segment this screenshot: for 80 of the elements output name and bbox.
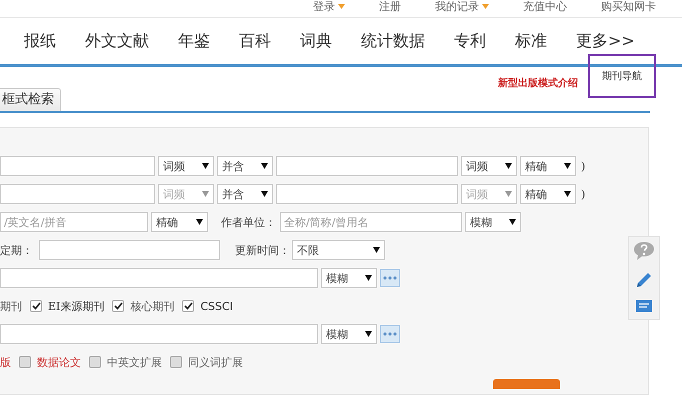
caret-icon (365, 275, 372, 281)
caret-icon (365, 331, 372, 337)
bracket: ) (581, 188, 586, 200)
caret-icon (509, 219, 516, 225)
checkbox[interactable] (30, 300, 42, 312)
dropdown[interactable]: 并含 (217, 184, 273, 204)
input-field[interactable] (0, 268, 318, 288)
caret-icon (261, 163, 268, 169)
top-link[interactable]: 登录 (313, 0, 335, 13)
checkbox[interactable] (19, 356, 31, 368)
dropdown[interactable]: 并含 (217, 156, 273, 176)
dropdown[interactable]: 模糊 (321, 324, 377, 344)
nav-item[interactable]: 百科 (239, 30, 271, 52)
nav-item[interactable]: 标准 (515, 30, 547, 52)
checkbox-label: EI来源期刊 (48, 298, 104, 314)
dropdown[interactable]: 精确 (520, 184, 576, 204)
caret-icon (202, 163, 209, 169)
check-icon (114, 302, 123, 310)
caret-icon (482, 4, 489, 9)
pencil-icon[interactable] (634, 270, 654, 290)
input-field[interactable] (276, 156, 458, 176)
input-field[interactable] (39, 240, 220, 260)
checkbox[interactable] (170, 356, 182, 368)
nav-item[interactable]: 报纸 (24, 30, 56, 52)
caret-icon (373, 247, 380, 253)
top-link[interactable]: 充值中心 (523, 0, 567, 13)
check-icon (32, 302, 40, 310)
field-label: 作者单位： (221, 214, 277, 230)
dropdown[interactable]: 词频 (158, 156, 214, 176)
checkbox-label: 中英文扩展 (107, 354, 162, 370)
top-link[interactable]: 我的记录 (435, 0, 479, 13)
nav-item[interactable]: 统计数据 (361, 30, 425, 52)
bracket: ) (581, 160, 586, 172)
checkbox[interactable] (89, 356, 101, 368)
checkbox[interactable] (182, 300, 194, 312)
intro-link[interactable]: 新型出版模式介绍 (498, 76, 578, 90)
caret-icon (505, 191, 512, 197)
help-icon[interactable] (633, 241, 655, 261)
search-button[interactable] (493, 379, 560, 389)
caret-icon (564, 191, 571, 197)
nav-item[interactable]: 外文文献 (85, 30, 149, 52)
input-field[interactable] (0, 324, 318, 344)
dropdown[interactable]: 精确 (520, 156, 576, 176)
checkbox-label: 核心期刊 (130, 298, 174, 314)
search-tab[interactable]: 框式检索 (0, 88, 61, 111)
checkbox[interactable] (112, 300, 124, 312)
dropdown[interactable]: 模糊 (465, 212, 521, 232)
top-link[interactable]: 购买知网卡 (601, 0, 656, 13)
field-label: 定期： (0, 242, 34, 258)
checkbox-label: 期刊 (0, 298, 22, 314)
dropdown[interactable]: 词频 (461, 156, 517, 176)
checkbox-label: 版 (0, 354, 11, 370)
dropdown[interactable]: 模糊 (321, 268, 377, 288)
journal-nav-link[interactable]: 期刊导航 (588, 54, 656, 98)
input-field[interactable] (276, 184, 458, 204)
caret-icon (564, 163, 571, 169)
checkbox-label: CSSCI (200, 300, 233, 312)
caret-icon (196, 219, 203, 225)
nav-item[interactable]: 更多>> (576, 30, 635, 52)
more-button[interactable] (380, 269, 400, 287)
dots-icon (383, 276, 397, 280)
top-link[interactable]: 注册 (379, 0, 401, 13)
input-field[interactable] (0, 184, 155, 204)
dropdown[interactable]: 不限 (292, 240, 385, 260)
caret-icon (338, 4, 345, 9)
caret-icon (505, 163, 512, 169)
check-icon (184, 302, 193, 310)
more-button[interactable] (380, 325, 400, 343)
input-field[interactable] (0, 156, 155, 176)
checkbox-label: 同义词扩展 (188, 354, 243, 370)
caret-icon (202, 191, 209, 197)
nav-item[interactable]: 年鉴 (178, 30, 210, 52)
field-label: 更新时间： (235, 242, 289, 258)
note-icon[interactable] (635, 299, 653, 315)
checkbox-label: 数据论文 (37, 354, 81, 370)
caret-icon (261, 191, 268, 197)
dots-icon (383, 332, 397, 336)
dropdown[interactable]: 精确 (151, 212, 208, 232)
nav-item[interactable]: 词典 (300, 30, 332, 52)
nav-item[interactable]: 专利 (454, 30, 486, 52)
